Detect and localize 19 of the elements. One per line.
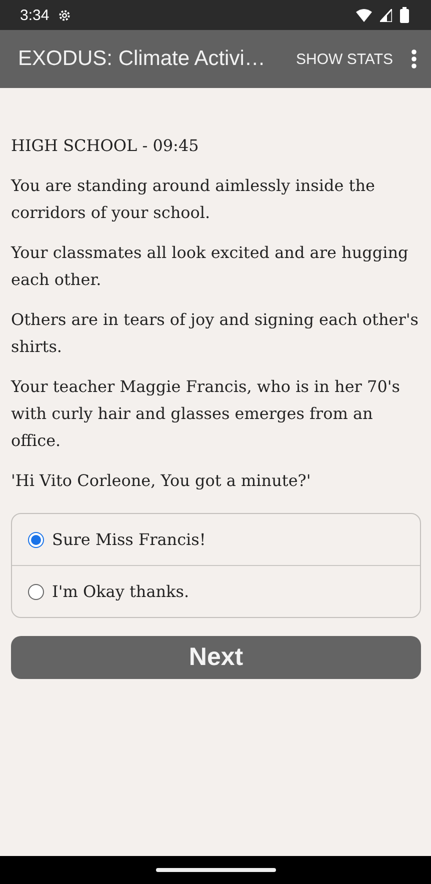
story-text: Your teacher Maggie Francis, who is in her 70's with curly hair and glasses emerges from an office. — [11, 376, 401, 452]
story-text: HIGH SCHOOL - 09:45 — [11, 135, 200, 157]
radio-button[interactable] — [28, 584, 44, 600]
story-text: You are standing around aimlessly inside the corridors of your school. — [11, 175, 376, 224]
more-options-icon[interactable] — [411, 49, 417, 69]
wifi-icon — [356, 8, 372, 22]
battery-icon — [400, 7, 409, 23]
app-title: EXODUS: Climate Activi… — [18, 47, 266, 71]
show-stats-button[interactable]: SHOW STATS — [288, 44, 401, 74]
story-text: Your classmates all look excited and are hugging each other. — [11, 242, 410, 291]
choice-label[interactable]: I'm Okay thanks. — [52, 582, 190, 601]
status-time: 3:34 — [20, 6, 50, 24]
next-button[interactable]: Next — [11, 636, 421, 679]
signal-icon — [380, 8, 392, 22]
choice-label[interactable]: Sure Miss Francis! — [52, 530, 206, 549]
story-text: Others are in tears of joy and signing each other's shirts. — [11, 309, 420, 358]
radio-button[interactable] — [28, 532, 44, 548]
story-text: 'Hi Vito Corleone, You got a minute?' — [11, 470, 312, 492]
settings-icon — [57, 8, 72, 22]
